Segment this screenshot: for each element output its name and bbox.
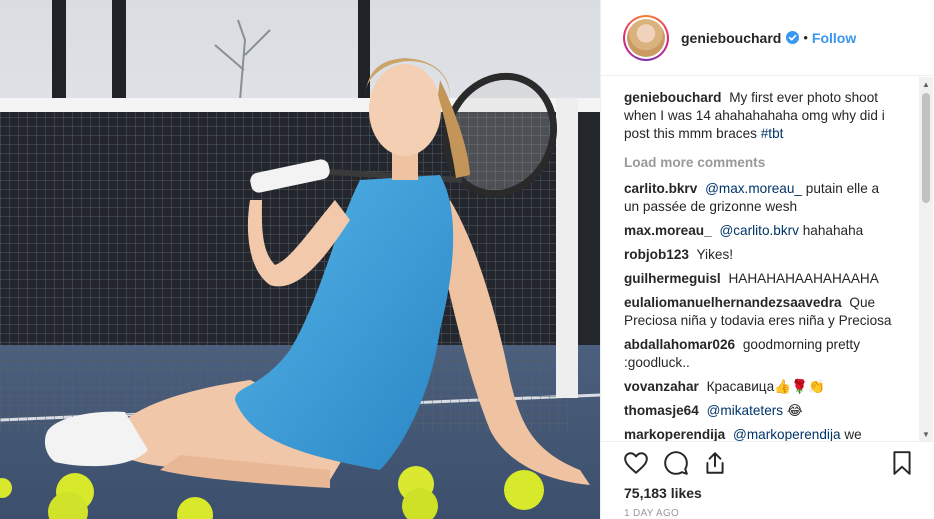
- comments-scrollbar[interactable]: ▲ ▼: [919, 77, 933, 441]
- caption-username[interactable]: geniebouchard: [624, 90, 721, 105]
- comment-item: carlito.bkrv @max.moreau_ putain elle a …: [624, 180, 896, 216]
- comment-item: max.moreau_ @carlito.bkrv hahahaha: [624, 222, 896, 240]
- comment-mention[interactable]: @max.moreau_: [705, 181, 802, 196]
- comment-text: HAHAHAHAAHAHAAHA: [728, 271, 879, 286]
- comment-text: 😂: [786, 403, 803, 418]
- heart-icon[interactable]: [623, 450, 649, 476]
- scroll-up-arrow-icon[interactable]: ▲: [919, 77, 933, 91]
- likes-count[interactable]: 75,183 likes: [624, 485, 702, 501]
- comment-username[interactable]: vovanzahar: [624, 379, 699, 394]
- comment-username[interactable]: abdallahomar026: [624, 337, 735, 352]
- comment-username[interactable]: max.moreau_: [624, 223, 712, 238]
- scroll-down-arrow-icon[interactable]: ▼: [919, 427, 933, 441]
- comment-bubble-icon[interactable]: [663, 450, 689, 476]
- caption-hashtag[interactable]: #tbt: [761, 126, 784, 141]
- comment-username[interactable]: carlito.bkrv: [624, 181, 697, 196]
- comment-text: we: [844, 427, 862, 441]
- comment-item: vovanzahar Красавица👍🌹👏: [624, 378, 896, 396]
- post-photo[interactable]: [0, 0, 600, 519]
- post-header: geniebouchard • Follow: [601, 0, 934, 76]
- header-username[interactable]: geniebouchard: [681, 30, 781, 46]
- post-caption: geniebouchard My first ever photo shoot …: [624, 89, 896, 143]
- comment-username[interactable]: thomasje64: [624, 403, 699, 418]
- comment-username[interactable]: guilhermeguisl: [624, 271, 721, 286]
- verified-badge-icon: [786, 31, 800, 44]
- scrollbar-thumb[interactable]: [922, 93, 930, 203]
- load-more-comments-button[interactable]: Load more comments: [624, 155, 919, 170]
- comment-item: thomasje64 @mikateters 😂: [624, 402, 896, 420]
- share-icon[interactable]: [702, 450, 728, 476]
- comment-username[interactable]: eulaliomanuelhernandezsaavedra: [624, 295, 842, 310]
- comment-item: abdallahomar026 goodmorning pretty :good…: [624, 336, 896, 372]
- comment-item: robjob123 Yikes!: [624, 246, 896, 264]
- comment-username[interactable]: robjob123: [624, 247, 689, 262]
- comment-username[interactable]: markoperendija: [624, 427, 725, 441]
- post-timestamp[interactable]: 1 DAY AGO: [624, 508, 679, 519]
- follow-button[interactable]: Follow: [812, 30, 856, 46]
- comment-item: markoperendija @markoperendija we: [624, 426, 896, 441]
- comment-mention[interactable]: @carlito.bkrv: [719, 223, 799, 238]
- comment-text: Красавица👍🌹👏: [706, 379, 825, 394]
- avatar[interactable]: [623, 14, 669, 61]
- post-side-panel: geniebouchard • Follow geniebouchard My …: [600, 0, 934, 519]
- comment-text: Yikes!: [696, 247, 734, 262]
- post-actions: 75,183 likes 1 DAY AGO: [601, 441, 934, 519]
- header-separator: •: [803, 30, 808, 45]
- comment-item: eulaliomanuelhernandezsaavedra Que Preci…: [624, 294, 896, 330]
- comment-mention[interactable]: @mikateters: [707, 403, 784, 418]
- comment-item: guilhermeguisl HAHAHAHAAHAHAAHA: [624, 270, 896, 288]
- bookmark-icon[interactable]: [889, 450, 915, 476]
- tennis-photo-illustration: [0, 0, 600, 519]
- comments-list[interactable]: geniebouchard My first ever photo shoot …: [601, 77, 919, 441]
- comment-text: hahahaha: [802, 223, 864, 238]
- comment-mention[interactable]: @markoperendija: [733, 427, 841, 441]
